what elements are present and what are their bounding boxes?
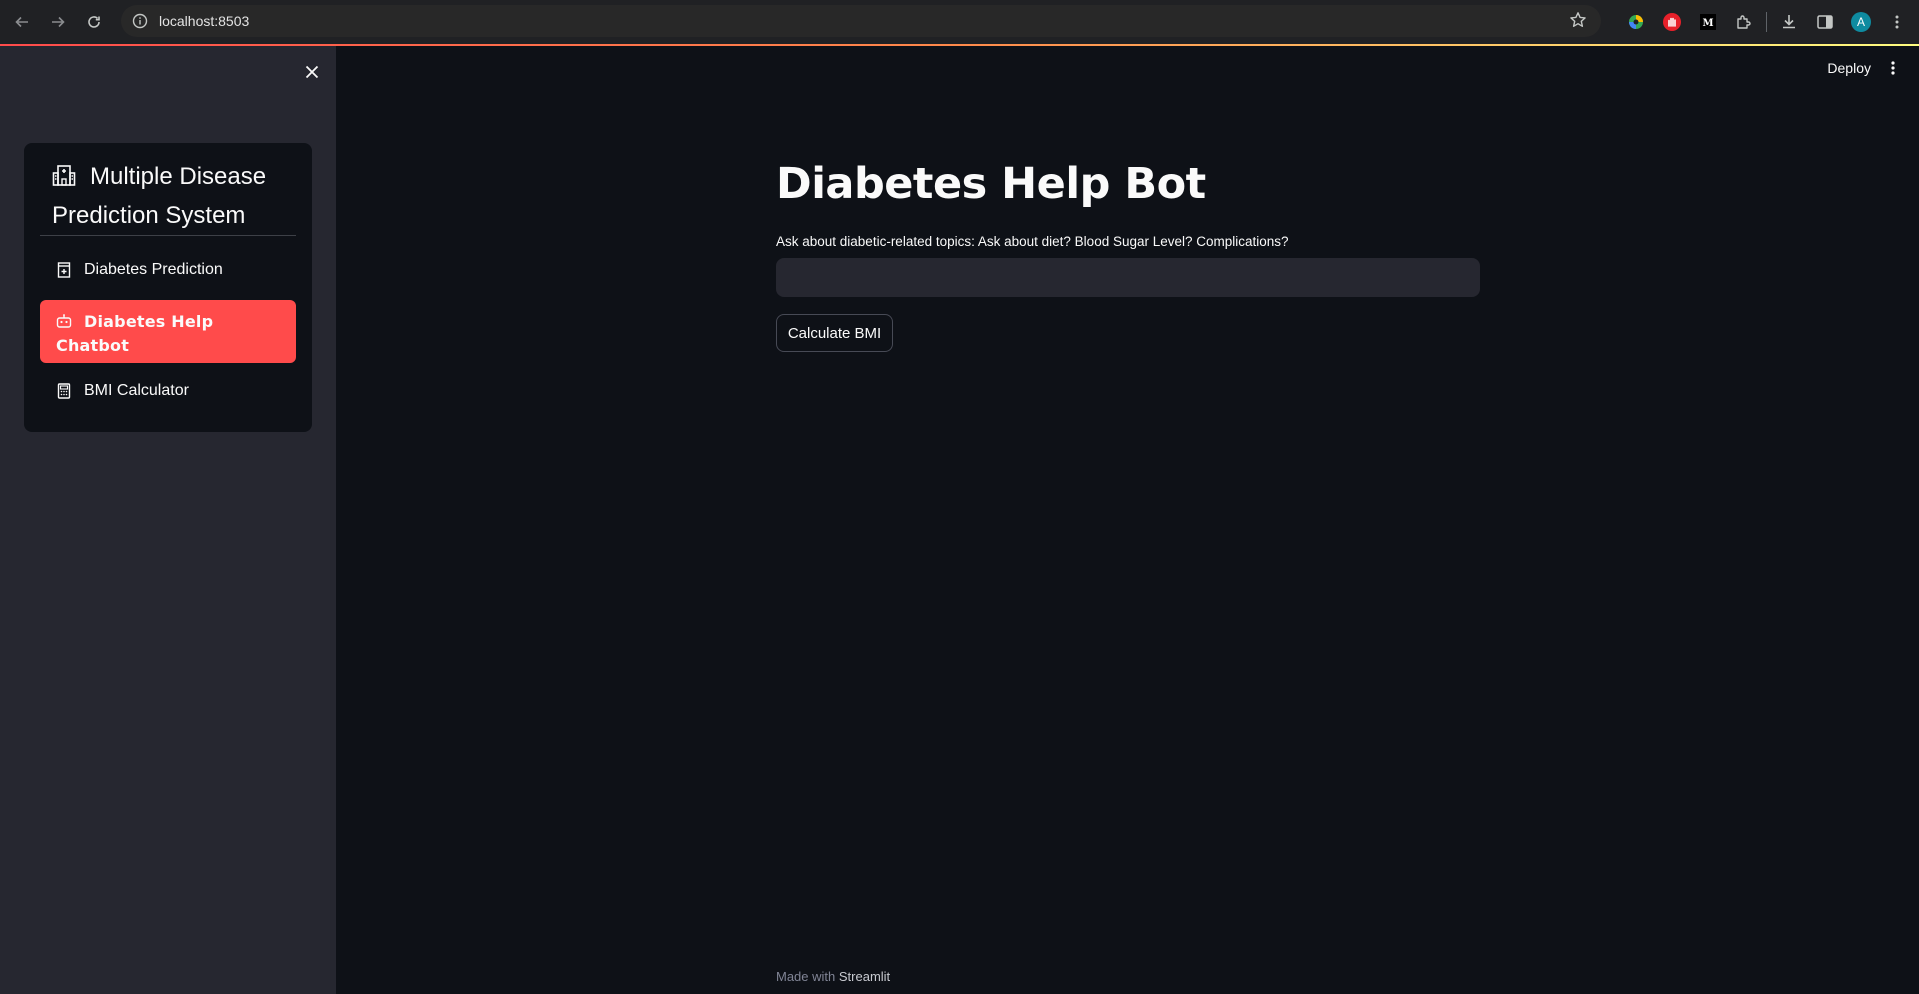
question-label: Ask about diabetic-related topics: Ask a…	[776, 234, 1289, 249]
deploy-button[interactable]: Deploy	[1827, 60, 1871, 76]
menu-divider	[40, 235, 296, 236]
main-content: Deploy Diabetes Help Bot Ask about diabe…	[336, 46, 1919, 994]
reload-button[interactable]	[76, 4, 112, 40]
avatar-initial: A	[1851, 12, 1871, 32]
extension-colorful-icon[interactable]	[1618, 4, 1654, 40]
hospital-icon	[56, 262, 72, 278]
page-title: Diabetes Help Bot	[776, 159, 1206, 209]
question-input[interactable]	[776, 258, 1480, 297]
menu-item-diabetes-prediction[interactable]: Diabetes Prediction	[40, 251, 296, 289]
hospital-building-icon	[52, 162, 76, 198]
extensions-puzzle-icon[interactable]	[1726, 4, 1762, 40]
menu-item-label: Diabetes Prediction	[84, 261, 223, 278]
sidebar: Multiple Disease Prediction System Diabe…	[0, 46, 336, 994]
calculate-bmi-button[interactable]: Calculate BMI	[776, 314, 893, 352]
browser-menu-icon[interactable]	[1879, 4, 1915, 40]
menu-item-bmi-calculator[interactable]: BMI Calculator	[40, 372, 296, 410]
browser-toolbar: localhost:8503 M A	[0, 0, 1919, 44]
side-panel-icon[interactable]	[1807, 4, 1843, 40]
profile-avatar[interactable]: A	[1843, 4, 1879, 40]
extension-hand-icon[interactable]	[1654, 4, 1690, 40]
bookmark-star-icon[interactable]	[1569, 11, 1587, 34]
extension-medium-icon[interactable]: M	[1690, 4, 1726, 40]
extensions-area: M A	[1618, 0, 1919, 44]
toolbar-separator	[1766, 12, 1767, 32]
menu-title-text: Multiple Disease Prediction System	[52, 163, 267, 229]
option-menu: Multiple Disease Prediction System Diabe…	[24, 143, 312, 432]
arrow-left-icon	[15, 16, 28, 28]
footer-prefix: Made with	[776, 969, 836, 984]
arrow-right-icon	[52, 16, 65, 28]
robot-icon	[56, 314, 72, 328]
reload-icon	[88, 16, 100, 28]
back-button[interactable]	[4, 4, 40, 40]
menu-item-label: BMI Calculator	[84, 382, 189, 399]
main-menu-button[interactable]	[1883, 58, 1903, 78]
menu-item-label: Diabetes Help Chatbot	[56, 312, 214, 355]
calculator-icon	[56, 383, 72, 399]
menu-title: Multiple Disease Prediction System	[52, 159, 304, 234]
close-sidebar-button[interactable]	[302, 62, 322, 82]
site-info-icon[interactable]	[131, 12, 149, 30]
url-text: localhost:8503	[159, 13, 250, 29]
downloads-icon[interactable]	[1771, 4, 1807, 40]
footer-brand-link[interactable]: Streamlit	[839, 969, 890, 984]
more-vertical-icon	[1891, 61, 1895, 75]
forward-button[interactable]	[40, 4, 76, 40]
footer: Made with Streamlit	[776, 969, 890, 984]
address-bar[interactable]: localhost:8503	[121, 5, 1601, 37]
menu-item-diabetes-help-chatbot[interactable]: Diabetes Help Chatbot	[40, 300, 296, 363]
close-icon	[305, 65, 319, 79]
svg-text:M: M	[1702, 18, 1713, 29]
